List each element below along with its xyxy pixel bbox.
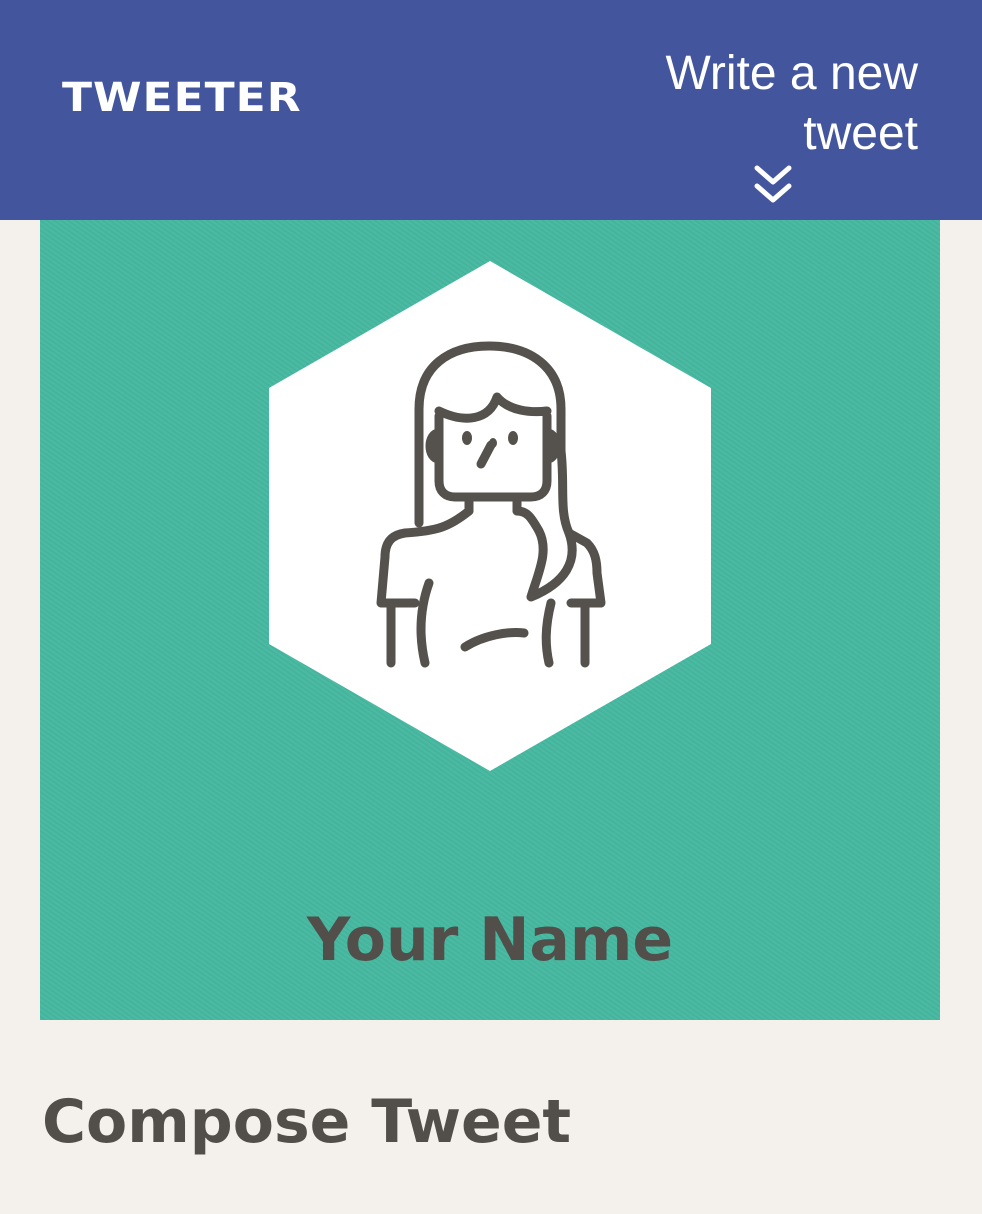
write-new-tweet-button[interactable]: Write a new tweet (538, 44, 918, 208)
profile-card: Your Name (40, 220, 940, 1020)
navbar: TWEETER Write a new tweet (0, 0, 982, 220)
chevrons-down-icon (754, 165, 792, 203)
profile-name: Your Name (306, 905, 674, 975)
write-new-tweet-label: Write a new tweet (665, 47, 918, 160)
user-avatar-icon (269, 261, 711, 771)
logo[interactable]: TWEETER (62, 74, 302, 122)
compose-tweet-heading: Compose Tweet (42, 1087, 572, 1157)
